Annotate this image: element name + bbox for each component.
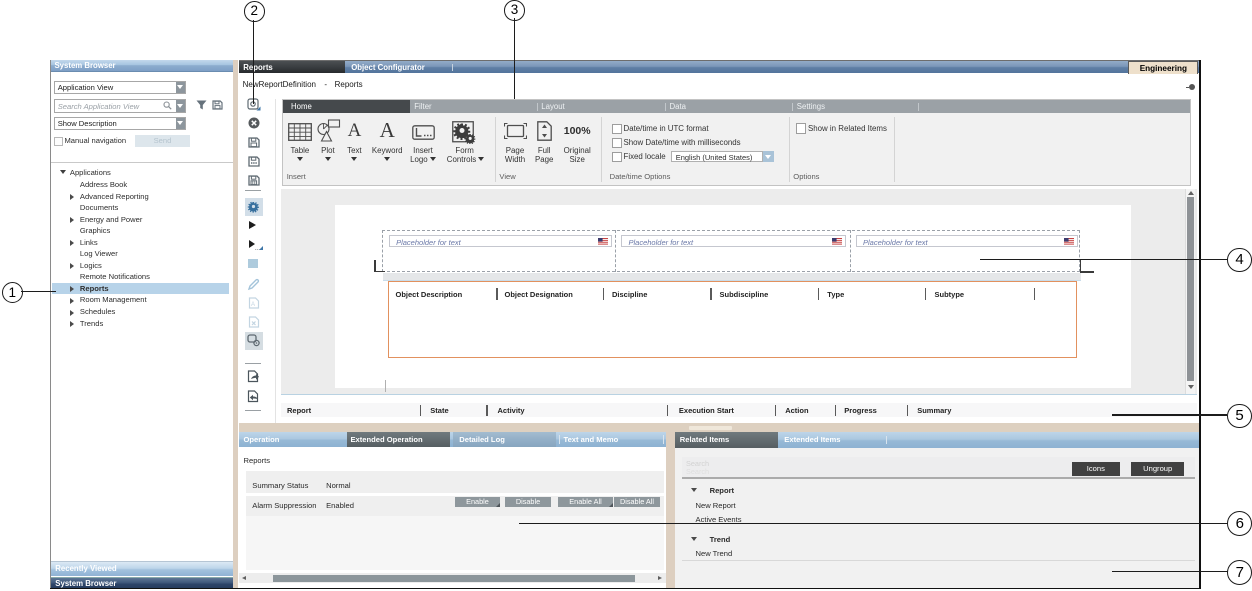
svg-text:A: A — [251, 302, 255, 308]
